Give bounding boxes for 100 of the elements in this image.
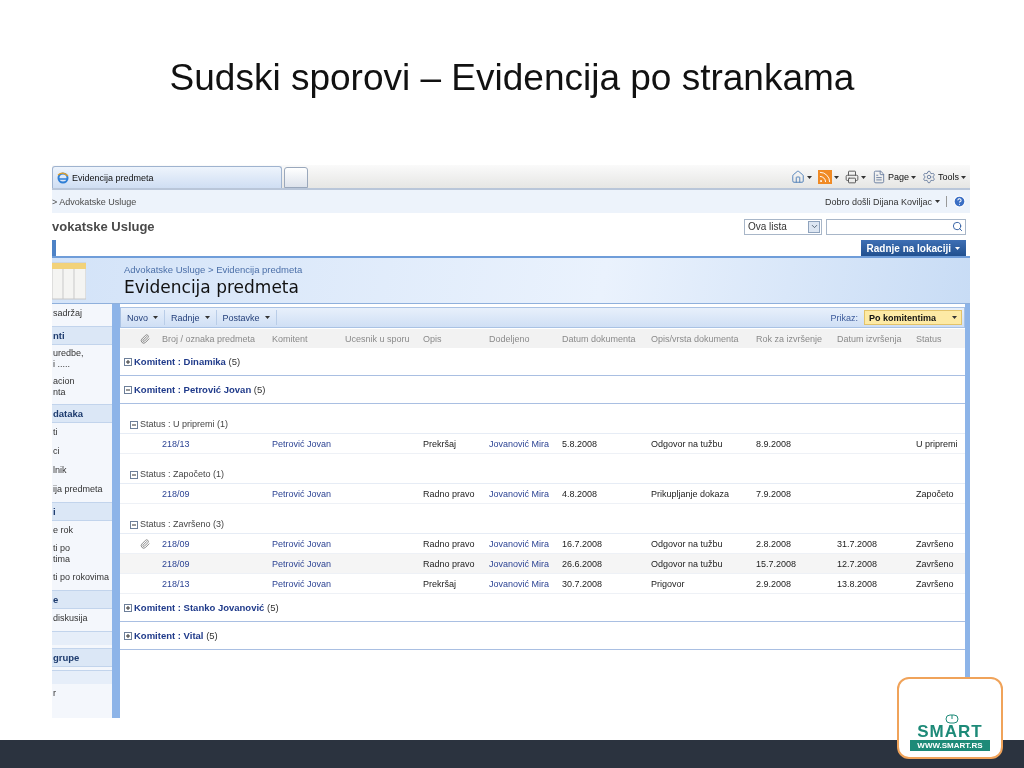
table-cell-text: 26.6.2008 [562, 558, 604, 569]
command-label[interactable]: Page [887, 172, 909, 182]
group-heading[interactable]: Komitent : Vital (5) [134, 630, 218, 641]
sidebar-item[interactable]: e rok [52, 521, 112, 540]
caret-icon [952, 316, 957, 319]
table-cell-text: 8.9.2008 [756, 438, 793, 449]
breadcrumb[interactable]: > Advokatske Usluge [52, 196, 137, 207]
table-cell-text: 16.7.2008 [562, 538, 604, 549]
group-heading[interactable]: Komitent : Stanko Jovanović (5) [134, 602, 279, 613]
sidebar-heading-band [52, 670, 112, 684]
printer-icon[interactable] [844, 170, 859, 184]
sidebar-heading[interactable]: nti [52, 326, 112, 345]
group-heading[interactable]: Komitent : Petrović Jovan (5) [134, 384, 266, 395]
sidebar-heading[interactable]: i [52, 502, 112, 521]
sidebar-item[interactable]: ti po rokovima [52, 568, 112, 587]
sidebar-item[interactable]: ti [52, 423, 112, 442]
table-cell-text: 15.7.2008 [756, 558, 798, 569]
expand-icon[interactable] [124, 603, 132, 612]
caret-icon [860, 175, 866, 179]
search-field[interactable] [826, 218, 966, 235]
logo-name: SMART [917, 724, 983, 740]
expand-icon[interactable] [124, 631, 132, 640]
sidebar-heading[interactable]: e [52, 590, 112, 609]
table-cell-text: Odgovor na tužbu [651, 538, 724, 549]
table-cell-text: Odgovor na tužbu [651, 558, 724, 569]
client-link[interactable]: Petrović Jovan [272, 488, 345, 499]
toolbar-menu-button[interactable]: Novo [127, 310, 165, 325]
page-title: Evidencija predmeta [124, 277, 300, 297]
sidebar-item[interactable]: lnik [52, 461, 112, 480]
status-group-heading[interactable]: Status : U pripremi (1) [140, 419, 229, 429]
welcome-menu[interactable]: Dobro došli Dijana Koviljac [824, 196, 932, 207]
sidebar-item[interactable]: diskusija [52, 609, 112, 628]
command-label[interactable]: Tools [938, 172, 959, 182]
sidebar-heading[interactable]: grupe [52, 648, 112, 667]
page-icon[interactable] [871, 170, 886, 184]
sidebar-item[interactable]: ija predmeta [52, 480, 112, 499]
collapse-icon[interactable] [124, 385, 132, 394]
site-title[interactable]: vokatske Usluge [52, 219, 155, 234]
group-heading[interactable]: Komitent : Dinamika (5) [134, 356, 241, 367]
settings-icon[interactable] [922, 170, 936, 184]
table-cell-text: 2.8.2008 [756, 538, 793, 549]
collapse-icon[interactable] [130, 471, 138, 479]
assignee-link[interactable]: Jovanović Mira [489, 558, 562, 569]
table-cell-text: Prekršaj [423, 438, 457, 449]
toolbar-menu-button[interactable]: Postavke [222, 310, 277, 325]
page-breadcrumb[interactable]: Advokatske Usluge > Evidencija predmeta [124, 264, 303, 275]
case-number-link[interactable]: 218/13 [162, 578, 272, 589]
status-group-heading[interactable]: Status : Završeno (3) [140, 519, 225, 529]
table-cell-text: 7.9.2008 [756, 488, 793, 499]
table-cell-text: 13.8.2008 [837, 578, 879, 589]
client-link[interactable]: Petrović Jovan [272, 558, 345, 569]
caret-icon [961, 175, 966, 179]
case-number-link[interactable]: 218/09 [162, 488, 272, 499]
assignee-link[interactable]: Jovanović Mira [489, 578, 562, 589]
sidebar-item[interactable]: r [52, 684, 112, 703]
sidebar-item[interactable]: ci [52, 442, 112, 461]
view-select[interactable]: Po komitentima [864, 310, 962, 325]
table-cell-text: 2.9.2008 [756, 578, 793, 589]
site-actions-button[interactable]: Radnje na lokaciji [860, 240, 966, 256]
home-icon[interactable] [790, 170, 805, 184]
sidebar-item[interactable]: acion nta [52, 373, 112, 401]
case-number-link[interactable]: 218/13 [162, 438, 272, 449]
table-cell-text: Završeno [916, 538, 955, 549]
table-cell-text: U pripremi [916, 438, 959, 449]
case-number-link[interactable]: 218/09 [162, 558, 272, 569]
toolbar-menu-button[interactable]: Radnje [171, 310, 217, 325]
collapse-icon[interactable] [130, 521, 138, 529]
sidebar-heading-band [52, 631, 112, 645]
browser-tab[interactable]: Evidencija predmeta [52, 166, 282, 188]
status-group-heading[interactable]: Status : Započeto (1) [140, 469, 225, 479]
table-cell-text: Radno pravo [423, 488, 476, 499]
search-icon[interactable] [952, 221, 963, 232]
expand-icon[interactable] [124, 357, 132, 366]
table-cell-text: 12.7.2008 [837, 558, 879, 569]
collapse-icon[interactable] [130, 421, 138, 429]
caret-icon [806, 175, 812, 179]
caret-icon [204, 316, 210, 319]
table-cell-text: 5.8.2008 [562, 438, 599, 449]
search-scope-select[interactable]: Ova lista [744, 218, 822, 235]
caret-icon [955, 246, 960, 250]
assignee-link[interactable]: Jovanović Mira [489, 538, 562, 549]
new-tab-button[interactable] [284, 167, 308, 188]
table-cell-text: Završeno [916, 578, 955, 589]
client-link[interactable]: Petrović Jovan [272, 578, 345, 589]
list-icon [52, 261, 86, 300]
sidebar-item[interactable]: sadržaj [52, 304, 112, 323]
caret-icon [911, 175, 916, 179]
case-number-link[interactable]: 218/09 [162, 538, 272, 549]
client-link[interactable]: Petrović Jovan [272, 438, 345, 449]
caret-icon [833, 175, 839, 179]
client-link[interactable]: Petrović Jovan [272, 538, 345, 549]
slide-title: Sudski sporovi – Evidencija po strankama [169, 56, 855, 99]
sidebar-heading[interactable]: dataka [52, 404, 112, 423]
sidebar-item[interactable]: uredbe, i ..... [52, 345, 112, 373]
assignee-link[interactable]: Jovanović Mira [489, 438, 562, 449]
table-cell-text: 4.8.2008 [562, 488, 599, 499]
help-icon[interactable] [953, 195, 966, 208]
assignee-link[interactable]: Jovanović Mira [489, 488, 562, 499]
feed-icon[interactable] [817, 170, 832, 184]
sidebar-item[interactable]: ti po tima [52, 540, 112, 568]
